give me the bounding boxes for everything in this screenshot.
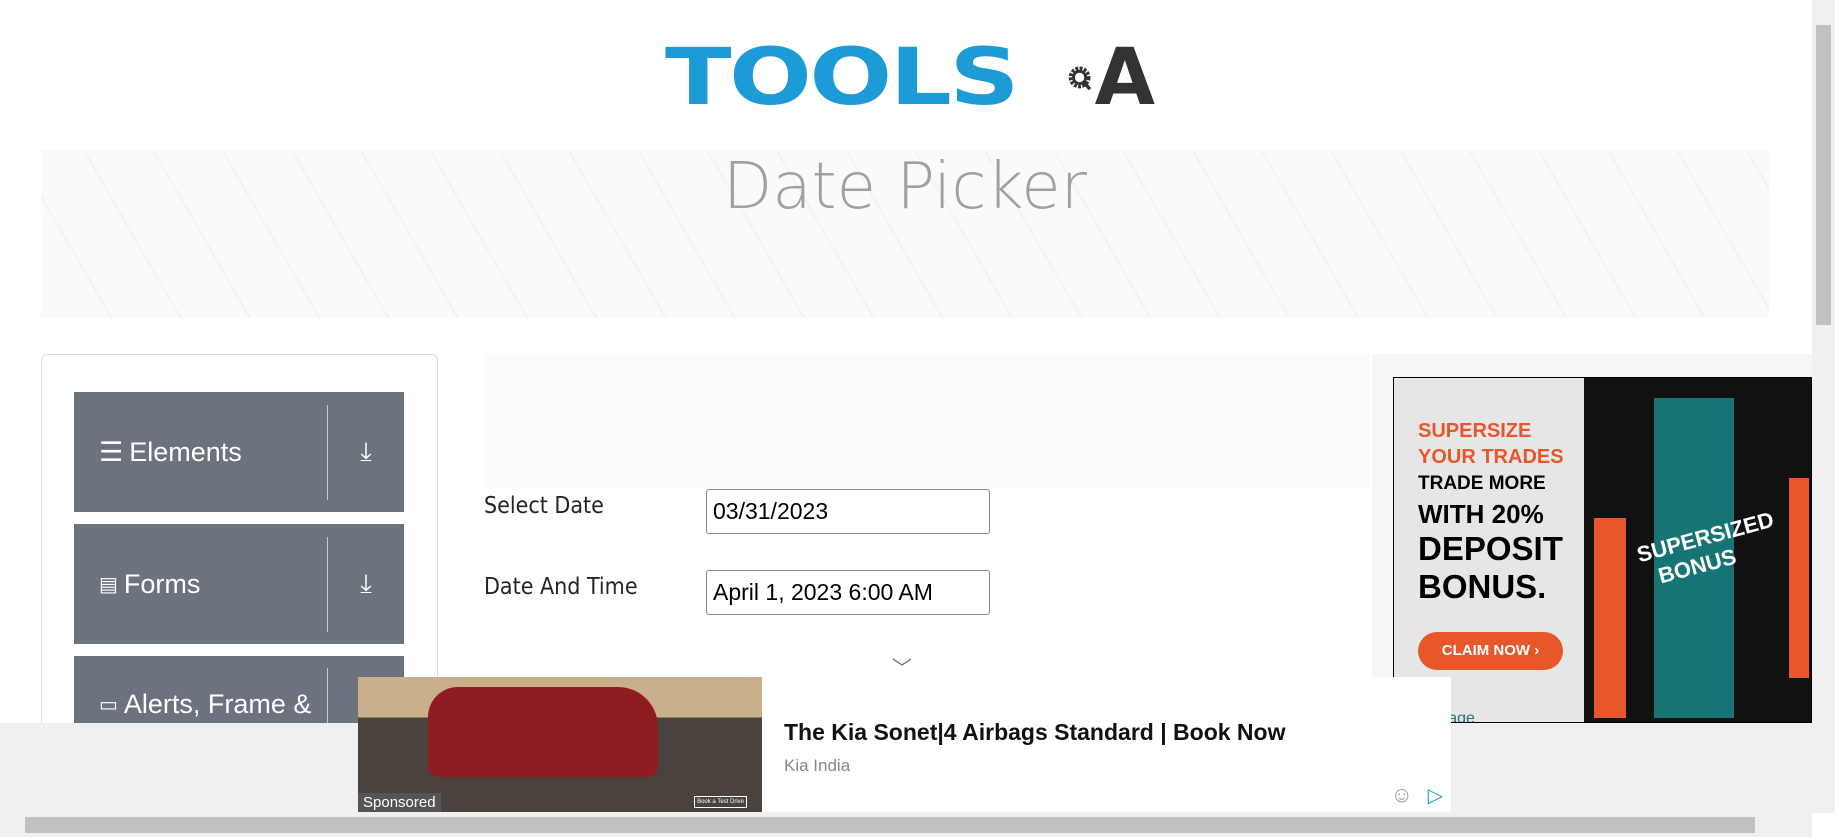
test-drive-button[interactable]: Book a Test Drive — [694, 796, 747, 808]
logo-text: TOOLS — [665, 33, 1020, 123]
toolsqa-logo[interactable]: TOOLS A — [665, 22, 1155, 134]
logo-a: A — [1094, 33, 1155, 123]
ad-line: BONUS. — [1418, 568, 1547, 605]
ad-headline[interactable]: The Kia Sonet|4 Airbags Standard | Book … — [784, 719, 1451, 746]
bottom-ad[interactable]: Sponsored Book a Test Drive The Kia Sone… — [358, 677, 1451, 812]
sponsored-label: Sponsored — [358, 793, 441, 812]
ad-artwork: SUPERSIZED BONUS — [1584, 378, 1811, 722]
select-date-input[interactable] — [706, 489, 990, 534]
window-icon: ▭ — [99, 694, 118, 716]
gear-icon — [1068, 66, 1091, 91]
ad-line: DEPOSIT — [1418, 530, 1563, 567]
ad-line: YOUR TRADES — [1418, 446, 1564, 468]
vertical-scrollbar[interactable] — [1812, 0, 1835, 813]
adchoices-icon[interactable]: ▷ — [1428, 783, 1443, 808]
page-title: Date Picker — [723, 150, 1087, 224]
date-time-input[interactable] — [706, 570, 990, 615]
sidebar-group-forms[interactable]: ▤ Forms ⤓ — [74, 524, 404, 644]
sidebar-item-label: Alerts, Frame & — [123, 689, 312, 719]
ad-line: WITH 20% — [1418, 499, 1544, 529]
page-banner: Date Picker — [41, 150, 1769, 318]
sidebar-group-elements[interactable]: ☰ Elements ⤓ — [74, 392, 404, 512]
sidebar-item-label: Forms — [123, 568, 201, 599]
sidebar-item-label: Elements — [129, 436, 242, 467]
document-icon: ▤ — [99, 573, 118, 596]
date-time-label: Date And Time — [484, 574, 638, 600]
ad-advertiser: Kia India — [784, 756, 851, 775]
download-arrow-icon[interactable]: ⤓ — [328, 436, 404, 468]
ad-privacy-icon[interactable]: ☺ — [1391, 782, 1413, 808]
ad-line: SUPERSIZE — [1418, 420, 1532, 442]
car-image: Sponsored Book a Test Drive — [358, 677, 762, 812]
faded-ad-area — [484, 354, 1370, 488]
claim-now-button[interactable]: CLAIM NOW › — [1418, 632, 1563, 670]
right-ad[interactable]: SUPERSIZE YOUR TRADES TRADE MORE WITH 20… — [1393, 377, 1812, 723]
select-date-label: Select Date — [484, 493, 604, 519]
horizontal-scrollbar[interactable] — [0, 813, 1812, 837]
ad-line: TRADE MORE — [1418, 473, 1546, 494]
hamburger-icon: ☰ — [99, 436, 124, 467]
download-arrow-icon[interactable]: ⤓ — [328, 568, 404, 600]
